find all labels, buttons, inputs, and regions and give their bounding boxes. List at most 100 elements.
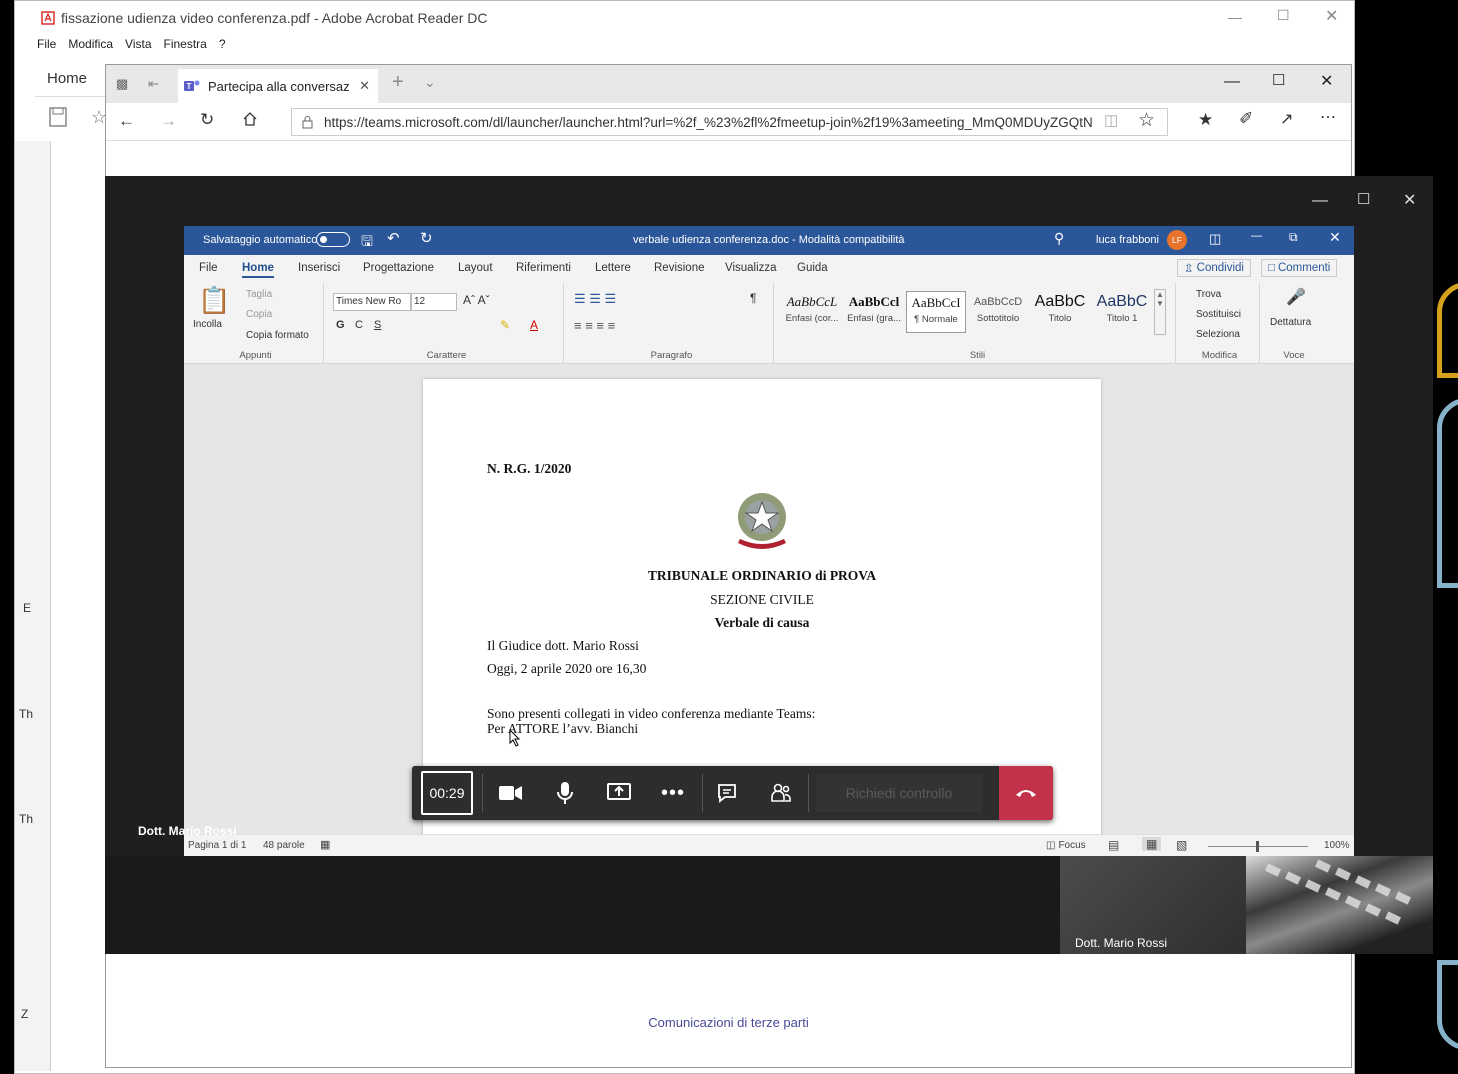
- paste-icon[interactable]: 📋: [198, 285, 230, 316]
- close-button[interactable]: ✕: [1325, 6, 1338, 26]
- bullets-icon[interactable]: ☰ ☰ ☰: [574, 291, 616, 307]
- save-icon[interactable]: [49, 107, 67, 127]
- underline-button[interactable]: S: [374, 319, 381, 331]
- acrobat-home-tab[interactable]: Home: [35, 61, 105, 97]
- zoom-slider[interactable]: [1208, 841, 1308, 852]
- more-icon[interactable]: ⋯: [1320, 107, 1336, 127]
- self-video-tile[interactable]: [1246, 856, 1433, 954]
- comments-button[interactable]: □ Commenti: [1261, 259, 1338, 277]
- menu-modifica[interactable]: Modifica: [68, 37, 113, 51]
- tab-set-aside-icon[interactable]: ⇤: [148, 76, 159, 92]
- read-mode-icon[interactable]: ▤: [1108, 838, 1119, 852]
- edge-close-button[interactable]: ✕: [1320, 71, 1333, 91]
- pen-icon[interactable]: ✐: [1239, 109, 1253, 129]
- home-icon[interactable]: [242, 111, 258, 127]
- style-sottotitolo[interactable]: AaBbCcD Sottotitolo: [968, 291, 1028, 333]
- menu-finestra[interactable]: Finestra: [164, 37, 207, 51]
- tab-guida[interactable]: Guida: [797, 262, 828, 274]
- menu-file[interactable]: File: [37, 37, 56, 51]
- web-layout-icon[interactable]: ▧: [1176, 838, 1187, 852]
- tab-teams[interactable]: T Partecipa alla conversaz ✕: [178, 69, 378, 103]
- zoom-level[interactable]: 100%: [1324, 840, 1350, 851]
- more-actions-button[interactable]: •••: [648, 766, 698, 820]
- font-color-icon[interactable]: A: [530, 318, 538, 332]
- tab-preview-icon[interactable]: ▩: [116, 76, 128, 92]
- style-titolo-1[interactable]: AaBbC Titolo 1: [1092, 291, 1152, 333]
- back-arrow-icon[interactable]: ←: [118, 111, 135, 131]
- share-screen-button[interactable]: [594, 766, 644, 820]
- grow-font-icon[interactable]: Aˆ Aˇ: [463, 293, 490, 307]
- save-icon[interactable]: 🖫: [361, 231, 373, 255]
- tab-home[interactable]: Home: [242, 262, 274, 278]
- print-layout-icon[interactable]: ▦: [1142, 837, 1162, 851]
- tab-file[interactable]: File: [199, 262, 218, 274]
- tab-inserisci[interactable]: Inserisci: [298, 262, 340, 274]
- share-button[interactable]: ⇫ Condividi: [1177, 259, 1251, 277]
- edge-minimize-button[interactable]: —: [1224, 73, 1240, 91]
- style-normale[interactable]: AaBbCcI ¶ Normale: [906, 291, 966, 333]
- style-titolo[interactable]: AaBbC Titolo: [1030, 291, 1090, 333]
- align-icons[interactable]: ≡ ≡ ≡ ≡: [574, 318, 615, 333]
- focus-button[interactable]: ◫ Focus: [1046, 840, 1086, 851]
- font-size-select[interactable]: 12: [411, 293, 457, 311]
- replace-button[interactable]: Sostituisci: [1196, 309, 1241, 320]
- tab-list-chevron-icon[interactable]: ⌄: [424, 74, 436, 91]
- hang-up-button[interactable]: [999, 766, 1053, 820]
- favorites-list-icon[interactable]: ★: [1198, 110, 1213, 130]
- word-restore-button[interactable]: ⧉: [1289, 230, 1298, 245]
- microphone-icon[interactable]: 🎤: [1286, 287, 1306, 307]
- new-tab-button[interactable]: +: [392, 71, 404, 94]
- font-name-select[interactable]: Times New Ro: [333, 293, 411, 311]
- camera-button[interactable]: [486, 766, 536, 820]
- find-button[interactable]: Trova: [1196, 289, 1221, 300]
- tab-close-icon[interactable]: ✕: [359, 78, 370, 94]
- italic-button[interactable]: C: [355, 319, 363, 331]
- tab-layout[interactable]: Layout: [458, 262, 493, 274]
- dictate-button[interactable]: Dettatura: [1270, 317, 1311, 328]
- select-button[interactable]: Seleziona: [1196, 329, 1240, 340]
- copy-button[interactable]: Copia: [246, 309, 272, 320]
- teams-minimize-button[interactable]: —: [1312, 192, 1328, 210]
- tab-lettere[interactable]: Lettere: [595, 262, 631, 274]
- autosave-toggle[interactable]: [316, 232, 350, 247]
- style-enfasi-corsivo[interactable]: AaBbCcL Enfasi (cor...: [782, 291, 842, 333]
- teams-maximize-button[interactable]: ☐: [1357, 190, 1370, 208]
- format-painter-button[interactable]: Copia formato: [246, 330, 309, 341]
- forward-arrow-icon[interactable]: →: [160, 111, 177, 131]
- reading-view-icon[interactable]: ◫: [1104, 111, 1118, 129]
- proofing-icon[interactable]: ▦: [320, 838, 330, 851]
- menu-help[interactable]: ?: [219, 37, 226, 51]
- tab-revisione[interactable]: Revisione: [654, 262, 705, 274]
- minimize-button[interactable]: —: [1228, 9, 1242, 25]
- tab-visualizza[interactable]: Visualizza: [725, 262, 777, 274]
- word-count[interactable]: 48 parole: [263, 840, 305, 851]
- mic-button[interactable]: [540, 766, 590, 820]
- search-icon[interactable]: ⚲: [1054, 230, 1064, 247]
- third-party-link[interactable]: Comunicazioni di terze parti: [106, 1015, 1351, 1030]
- word-minimize-button[interactable]: —: [1251, 230, 1262, 242]
- styles-scroll[interactable]: ▲ ▼: [1154, 289, 1166, 335]
- tab-progettazione[interactable]: Progettazione: [363, 262, 434, 274]
- address-bar[interactable]: https://teams.microsoft.com/dl/launcher/…: [291, 108, 1168, 136]
- tab-riferimenti[interactable]: Riferimenti: [516, 262, 571, 274]
- share-icon[interactable]: ↗: [1280, 109, 1293, 129]
- teams-close-button[interactable]: ✕: [1403, 190, 1416, 210]
- bold-button[interactable]: G: [336, 319, 345, 331]
- word-close-button[interactable]: ✕: [1329, 229, 1341, 246]
- ribbon-display-icon[interactable]: ◫: [1209, 231, 1221, 247]
- highlight-icon[interactable]: ✎: [500, 318, 510, 332]
- cut-button[interactable]: Taglia: [246, 289, 272, 300]
- participant-video-tile[interactable]: Dott. Mario Rossi: [1060, 856, 1246, 954]
- paste-button[interactable]: Incolla: [193, 319, 222, 330]
- style-enfasi-grassetto[interactable]: AaBbCcl Enfasi (gra...: [844, 291, 904, 333]
- user-avatar[interactable]: LF: [1167, 230, 1187, 250]
- pilcrow-icon[interactable]: ¶: [750, 291, 756, 305]
- participants-button[interactable]: [756, 766, 806, 820]
- redo-icon[interactable]: ↻: [420, 229, 433, 247]
- maximize-button[interactable]: ☐: [1277, 7, 1290, 24]
- undo-icon[interactable]: ↶: [387, 229, 400, 247]
- edge-maximize-button[interactable]: ☐: [1272, 71, 1285, 89]
- refresh-icon[interactable]: ↻: [200, 110, 214, 130]
- menu-vista[interactable]: Vista: [125, 37, 151, 51]
- request-control-button[interactable]: Richiedi controllo: [816, 774, 982, 812]
